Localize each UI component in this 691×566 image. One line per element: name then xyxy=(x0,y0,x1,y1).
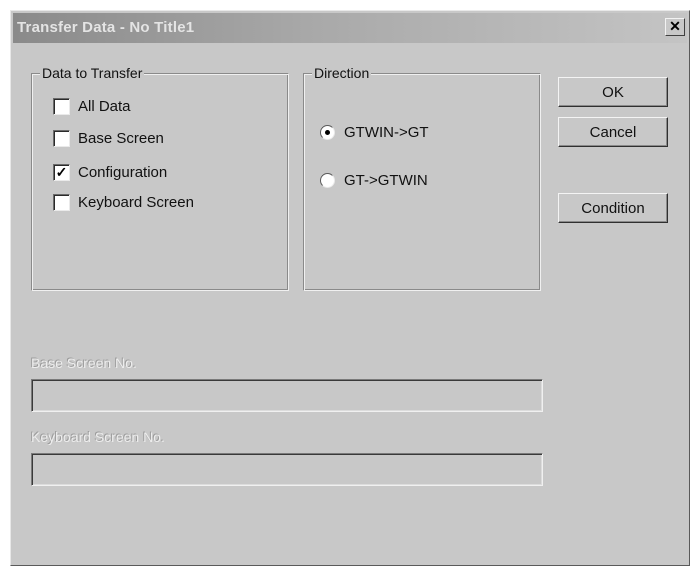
radio-gtwin-to-gt[interactable]: GTWIN->GT xyxy=(320,122,429,142)
base-screen-no-field[interactable] xyxy=(31,379,543,412)
checkbox-base-screen-label[interactable]: Base Screen xyxy=(78,130,164,147)
checkbox-all-data-box[interactable] xyxy=(53,97,70,115)
keyboard-screen-no-field[interactable] xyxy=(31,453,543,486)
data-to-transfer-legend: Data to Transfer xyxy=(40,65,145,81)
checkbox-keyboard-screen[interactable]: Keyboard Screen xyxy=(53,192,194,212)
checkbox-configuration-label[interactable]: Configuration xyxy=(78,164,167,181)
checkbox-configuration[interactable]: ✓ Configuration xyxy=(53,162,167,182)
cancel-button[interactable]: Cancel xyxy=(558,117,668,147)
window-title: Transfer Data - No Title1 xyxy=(17,19,195,36)
radio-selected-dot xyxy=(325,129,330,135)
close-button[interactable]: ✕ xyxy=(665,18,685,36)
condition-button[interactable]: Condition xyxy=(558,193,668,223)
direction-group: Direction GTWIN->GT GT->GTWIN xyxy=(303,65,541,291)
checkbox-base-screen[interactable]: Base Screen xyxy=(53,128,164,148)
checkbox-all-data[interactable]: All Data xyxy=(53,96,131,116)
transfer-data-dialog: Transfer Data - No Title1 ✕ Data to Tran… xyxy=(10,10,690,566)
checkbox-configuration-box[interactable]: ✓ xyxy=(53,163,70,181)
radio-gt-to-gtwin-label[interactable]: GT->GTWIN xyxy=(344,172,428,189)
checkbox-keyboard-screen-label[interactable]: Keyboard Screen xyxy=(78,194,194,211)
keyboard-screen-no-label: Keyboard Screen No. xyxy=(31,429,165,445)
radio-gt-to-gtwin-button[interactable] xyxy=(320,172,335,188)
ok-button[interactable]: OK xyxy=(558,77,668,107)
radio-gtwin-to-gt-label[interactable]: GTWIN->GT xyxy=(344,124,429,141)
direction-legend: Direction xyxy=(312,65,372,81)
close-icon: ✕ xyxy=(669,18,681,34)
radio-gt-to-gtwin[interactable]: GT->GTWIN xyxy=(320,170,428,190)
checkbox-keyboard-screen-box[interactable] xyxy=(53,193,70,211)
data-to-transfer-group: Data to Transfer All Data Base Screen ✓ … xyxy=(31,65,289,291)
title-bar[interactable]: Transfer Data - No Title1 ✕ xyxy=(13,13,687,43)
radio-gtwin-to-gt-button[interactable] xyxy=(320,124,335,140)
checkmark-icon: ✓ xyxy=(55,163,68,180)
base-screen-no-label: Base Screen No. xyxy=(31,355,137,371)
checkbox-all-data-label[interactable]: All Data xyxy=(78,98,131,115)
checkbox-base-screen-box[interactable] xyxy=(53,129,70,147)
